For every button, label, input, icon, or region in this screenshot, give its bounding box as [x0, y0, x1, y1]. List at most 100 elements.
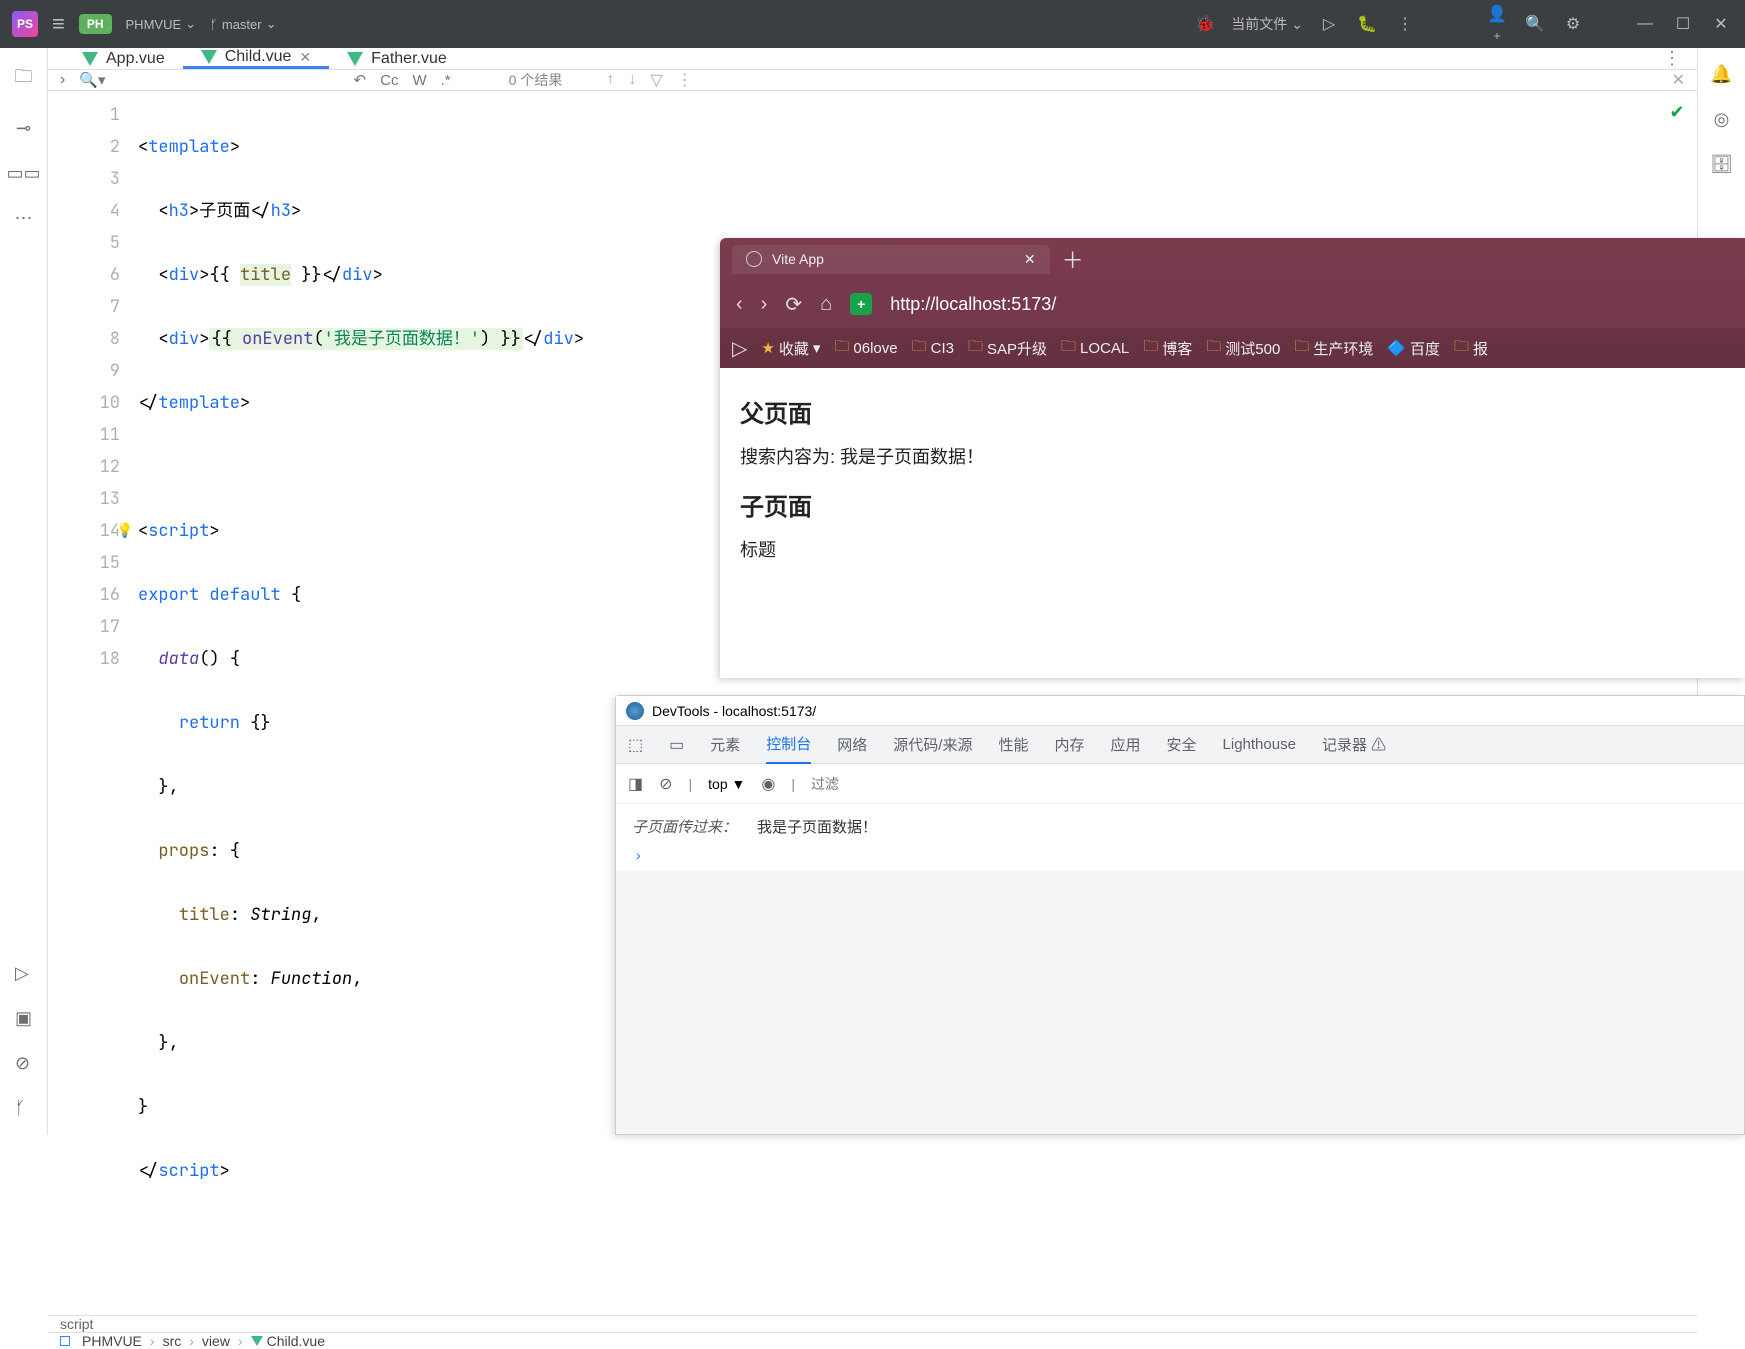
close-tab-icon[interactable]: ✕ — [299, 49, 311, 66]
page-heading: 父页面 — [740, 394, 1725, 429]
tab-label: Child.vue — [225, 48, 292, 66]
devtools-tabs: ⬚ ▭ 元素 控制台 网络 源代码/来源 性能 内存 应用 安全 Lightho… — [616, 726, 1744, 764]
database-tool-icon[interactable]: 🗄 — [1710, 154, 1733, 175]
run-config-dropdown[interactable]: 当前文件 ⌄ — [1231, 14, 1303, 34]
window-maximize-icon[interactable]: ☐ — [1671, 14, 1695, 34]
ai-assistant-icon[interactable]: ◎ — [1714, 109, 1730, 130]
devtools-tab-lighthouse[interactable]: Lighthouse — [1223, 728, 1296, 761]
console-prompt[interactable]: › — [632, 841, 1728, 863]
bookmark-favorites[interactable]: ★收藏 ▾ — [761, 338, 820, 359]
devtools-tab-application[interactable]: 应用 — [1111, 726, 1141, 763]
inspection-ok-icon[interactable]: ✔ — [1669, 101, 1684, 124]
breadcrumb-item[interactable]: view — [202, 1333, 230, 1349]
find-word-toggle[interactable]: W — [412, 72, 426, 89]
editor-tabs: App.vue Child.vue ✕ Father.vue ⋮ — [48, 48, 1697, 70]
run-tool-icon[interactable]: ▷ — [15, 963, 32, 984]
devtools-tab-sources[interactable]: 源代码/来源 — [893, 726, 972, 763]
bookmark-item[interactable]: 🗀LOCAL — [1061, 336, 1129, 361]
tabs-more-icon[interactable]: ⋮ — [1647, 48, 1697, 69]
settings-icon[interactable]: ⚙ — [1561, 14, 1585, 34]
terminal-tool-icon[interactable]: ▣ — [15, 1008, 32, 1029]
browser-window: Vite App ✕ ＋ ‹ › ⟳ ⌂ + http://localhost:… — [720, 238, 1745, 678]
devtools-tab-security[interactable]: 安全 — [1167, 726, 1197, 763]
vcs-tool-icon[interactable]: ᚶ — [15, 1098, 32, 1119]
main-menu-icon[interactable]: ≡ — [52, 11, 65, 37]
tab-child-vue[interactable]: Child.vue ✕ — [183, 48, 329, 69]
devtools-tab-recorder[interactable]: 记录器 ⚠ — [1322, 726, 1386, 763]
inspect-element-icon[interactable]: ⬚ — [628, 735, 643, 755]
notifications-icon[interactable]: 🔔 — [1710, 64, 1732, 85]
vue-icon — [347, 52, 363, 66]
commit-tool-icon[interactable]: ⊸ — [16, 118, 31, 139]
structure-tool-icon[interactable]: ▭▭ — [6, 163, 40, 184]
find-regex-toggle[interactable]: .* — [441, 72, 451, 89]
search-icon[interactable]: 🔍 — [1523, 14, 1547, 34]
find-case-toggle[interactable]: Cc — [380, 72, 398, 89]
intention-bulb-icon[interactable]: 💡 — [116, 515, 133, 547]
console-filter-input[interactable] — [811, 776, 992, 792]
problems-tool-icon[interactable]: ⊘ — [15, 1053, 32, 1074]
project-tool-icon[interactable]: 🗀 — [15, 64, 33, 94]
code-with-me-icon[interactable]: 👤₊ — [1485, 4, 1509, 44]
nav-back-icon[interactable]: ‹ — [736, 293, 743, 316]
devtools-tab-performance[interactable]: 性能 — [998, 726, 1028, 763]
device-toggle-icon[interactable]: ▭ — [669, 735, 684, 755]
bookmark-item[interactable]: 🗀博客 — [1143, 336, 1192, 361]
find-down-icon[interactable]: ↓ — [628, 71, 636, 89]
bug-badge-icon[interactable]: 🐞 — [1193, 14, 1217, 34]
devtools-tab-elements[interactable]: 元素 — [710, 726, 740, 763]
devtools-tab-console[interactable]: 控制台 — [766, 725, 811, 764]
home-icon[interactable]: ⌂ — [820, 293, 832, 316]
bookmark-item[interactable]: 🗀报 — [1454, 336, 1488, 361]
bookmark-item[interactable]: 🗀06love — [834, 336, 897, 361]
vcs-branch-dropdown[interactable]: ᚶ master ⌄ — [210, 16, 276, 32]
console-context-dropdown[interactable]: top ▼ — [708, 776, 745, 792]
breadcrumb-item[interactable]: Child.vue — [251, 1333, 325, 1349]
find-close-icon[interactable]: ✕ — [1672, 70, 1685, 90]
nav-forward-icon[interactable]: › — [761, 293, 768, 316]
project-dropdown[interactable]: PHMVUE ⌄ — [126, 16, 197, 32]
page-text: 标题 — [740, 536, 1725, 562]
vue-icon — [251, 1336, 263, 1346]
console-sidebar-icon[interactable]: ◨ — [628, 774, 643, 794]
tab-label: Father.vue — [371, 50, 447, 68]
context-crumb-label: script — [60, 1316, 93, 1332]
sidebar-toggle-icon[interactable]: ▷ — [732, 336, 747, 361]
vue-icon — [201, 50, 217, 64]
bookmarks-bar: ▷ ★收藏 ▾ 🗀06love 🗀CI3 🗀SAP升级 🗀LOCAL 🗀博客 🗀… — [720, 328, 1745, 368]
site-secure-icon[interactable]: + — [850, 293, 872, 315]
address-bar[interactable]: http://localhost:5173/ — [890, 294, 1056, 315]
find-more-icon[interactable]: ⋮ — [677, 70, 693, 90]
tab-app-vue[interactable]: App.vue — [64, 48, 183, 69]
find-up-icon[interactable]: ↑ — [606, 71, 614, 89]
run-icon[interactable]: ▷ — [1317, 14, 1341, 34]
devtools-tab-network[interactable]: 网络 — [837, 726, 867, 763]
bookmark-item[interactable]: 🗀CI3 — [912, 336, 954, 361]
find-search-icon[interactable]: 🔍▾ — [79, 71, 105, 89]
bookmark-item[interactable]: 🗀生产环境 — [1294, 336, 1373, 361]
close-tab-icon[interactable]: ✕ — [1024, 251, 1036, 268]
breadcrumb-item[interactable]: src — [163, 1333, 182, 1349]
find-prev-match-icon[interactable]: ↶ — [354, 71, 367, 89]
bookmark-item[interactable]: 🔷百度 — [1387, 338, 1440, 359]
find-expand-icon[interactable]: › — [60, 71, 65, 89]
reload-icon[interactable]: ⟳ — [785, 292, 802, 317]
breadcrumb: PHMVUE › src › view › Child.vue — [48, 1332, 1697, 1349]
more-run-icon[interactable]: ⋮ — [1393, 14, 1417, 34]
clear-console-icon[interactable]: ⊘ — [659, 774, 672, 794]
browser-viewport: 父页面 搜索内容为: 我是子页面数据！ 子页面 标题 — [720, 368, 1745, 678]
find-filter-icon[interactable]: ▽ — [650, 70, 662, 90]
bookmark-item[interactable]: 🗀SAP升级 — [968, 336, 1047, 361]
debug-icon[interactable]: 🐛 — [1355, 14, 1379, 34]
browser-tab[interactable]: Vite App ✕ — [732, 245, 1050, 274]
window-minimize-icon[interactable]: — — [1633, 15, 1657, 33]
window-close-icon[interactable]: ✕ — [1709, 14, 1733, 34]
live-expression-icon[interactable]: ◉ — [761, 774, 775, 794]
console-toolbar: ◨ ⊘ | top ▼ ◉ | — [616, 764, 1744, 804]
bookmark-item[interactable]: 🗀测试500 — [1206, 336, 1280, 361]
more-tool-icon[interactable]: ⋯ — [15, 208, 33, 229]
breadcrumb-item[interactable]: PHMVUE — [82, 1333, 142, 1349]
devtools-tab-memory[interactable]: 内存 — [1054, 726, 1084, 763]
new-tab-icon[interactable]: ＋ — [1062, 243, 1084, 275]
tab-father-vue[interactable]: Father.vue — [329, 48, 465, 69]
